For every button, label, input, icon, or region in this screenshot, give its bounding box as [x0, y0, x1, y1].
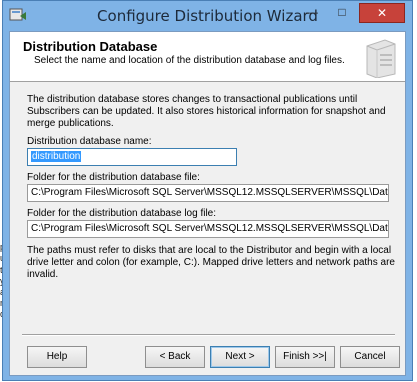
cancel-button[interactable]: Cancel [340, 346, 400, 368]
maximize-button[interactable]: □ [329, 3, 355, 23]
db-folder-label: Folder for the distribution database fil… [27, 172, 200, 183]
next-button[interactable]: Next > [210, 346, 270, 368]
db-name-label: Distribution database name: [27, 136, 152, 147]
close-button[interactable]: ✕ [359, 3, 405, 23]
log-folder-label: Folder for the distribution database log… [27, 208, 216, 219]
path-note-text: The paths must refer to disks that are l… [27, 245, 395, 280]
wizard-client-area: Distribution Database Select the name an… [9, 31, 406, 376]
back-button[interactable]: < Back [145, 346, 205, 368]
db-name-input[interactable]: distribution [27, 148, 237, 166]
help-button[interactable]: Help [27, 346, 87, 368]
page-subtitle: Select the name and location of the dist… [34, 55, 345, 66]
wizard-window: Configure Distribution Wizard — □ ✕ Dist… [2, 0, 413, 381]
db-folder-input[interactable]: C:\Program Files\Microsoft SQL Server\MS… [27, 184, 389, 202]
wizard-header: Distribution Database Select the name an… [10, 32, 405, 82]
minimize-button[interactable]: — [299, 3, 325, 23]
server-database-icon [363, 36, 397, 79]
description-text: The distribution database stores changes… [27, 94, 386, 129]
page-title: Distribution Database [23, 39, 158, 54]
title-bar[interactable]: Configure Distribution Wizard — □ ✕ [3, 1, 412, 31]
footer-divider [22, 334, 395, 336]
log-folder-input[interactable]: C:\Program Files\Microsoft SQL Server\MS… [27, 220, 389, 238]
db-name-value: distribution [31, 151, 82, 162]
finish-button[interactable]: Finish >>| [275, 346, 335, 368]
